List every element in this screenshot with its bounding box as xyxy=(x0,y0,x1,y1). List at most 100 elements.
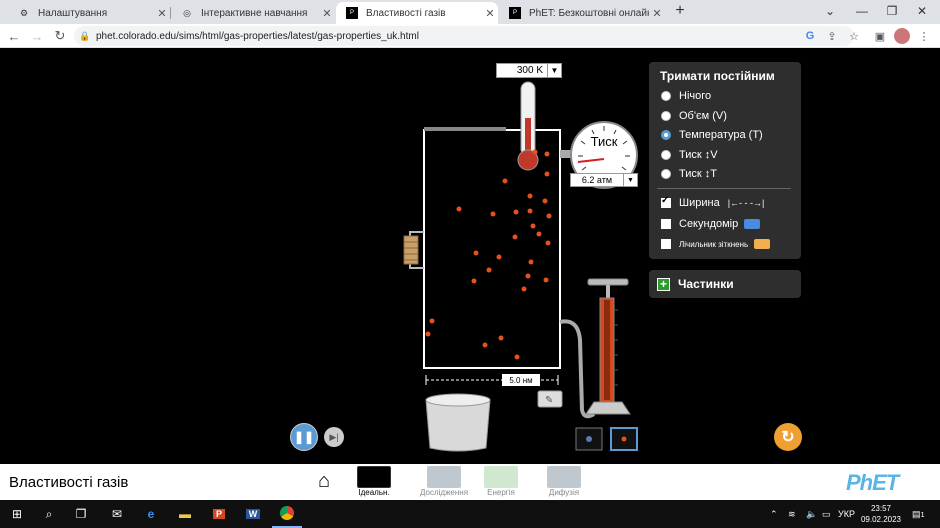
screen-thumbnail xyxy=(484,466,518,488)
particle xyxy=(486,267,492,273)
chrome-icon[interactable] xyxy=(272,500,302,528)
phet-navbar: Властивості газів ⌂ Ідеальн. Дослідження… xyxy=(0,464,940,500)
pressure-readout[interactable]: 6.2 атм ▼ xyxy=(570,173,638,187)
particle xyxy=(546,213,552,219)
checkbox-collision-counter[interactable]: Лічильник зіткнень xyxy=(661,239,771,249)
collision-counter-icon xyxy=(754,239,771,249)
file-explorer-icon[interactable]: ▬ xyxy=(170,500,200,528)
gas-particles xyxy=(425,149,552,360)
clock-time: 23:57 xyxy=(870,504,892,513)
pump-cylinder-inner xyxy=(604,300,610,400)
screen-thumbnail xyxy=(427,466,462,488)
screen-thumbnail xyxy=(547,466,581,488)
notification-icon[interactable]: ▤ 1 xyxy=(912,500,925,528)
particle xyxy=(490,211,496,217)
screen-diffusion[interactable]: Дифузія xyxy=(547,466,581,497)
screen-energy[interactable]: Енергія xyxy=(484,466,518,497)
checkbox-label: Секундомір xyxy=(679,218,739,230)
particle xyxy=(471,278,477,284)
gauge-title: Тиск xyxy=(590,134,618,149)
plus-icon[interactable]: + xyxy=(657,277,670,291)
screen-thumbnail xyxy=(357,466,391,488)
radio-label: Тиск ↕V xyxy=(679,149,718,161)
pump-handle[interactable] xyxy=(587,278,629,286)
reset-icon: ↻ xyxy=(781,429,795,446)
checkbox-box[interactable] xyxy=(661,219,671,229)
particle xyxy=(544,171,550,177)
screen-ideal[interactable]: Ідеальн. xyxy=(357,466,391,497)
particle-bucket[interactable] xyxy=(425,399,491,452)
clock-date: 09.02.2023 xyxy=(860,515,902,524)
windows-start-icon[interactable]: ⊞ xyxy=(2,500,32,528)
particle xyxy=(530,223,536,229)
step-button[interactable]: ▶| xyxy=(324,427,344,447)
particle xyxy=(527,193,533,199)
chevron-down-icon[interactable]: ▼ xyxy=(623,174,637,186)
checkbox-width[interactable]: Ширина |←- - -→| xyxy=(661,195,765,209)
clock[interactable]: 23:57 09.02.2023 xyxy=(856,503,906,525)
search-icon[interactable]: ⌕ xyxy=(34,500,64,528)
reset-all-button[interactable]: ↻ xyxy=(774,423,802,451)
home-icon[interactable]: ⌂ xyxy=(318,470,330,493)
battery-icon[interactable]: ▭ xyxy=(822,500,831,528)
thermometer-fluid xyxy=(525,118,531,154)
radio-pressure-v[interactable]: Тиск ↕V xyxy=(661,149,718,161)
checkbox-label: Ширина xyxy=(679,197,720,209)
screen-explore[interactable]: Дослідження xyxy=(420,466,468,497)
powerpoint-icon[interactable]: P xyxy=(204,500,234,528)
width-value: 5.0 нм xyxy=(502,374,540,386)
task-view-icon[interactable]: ❐ xyxy=(66,500,96,528)
particle xyxy=(425,331,431,337)
radio-nothing[interactable]: Нічого xyxy=(661,90,711,102)
particle xyxy=(542,198,548,204)
edge-icon[interactable]: e xyxy=(136,500,166,528)
thermometer-value: 300 K xyxy=(516,65,543,76)
particle xyxy=(543,277,549,283)
radio-dot[interactable] xyxy=(661,169,671,179)
pressure-value: 6.2 атм xyxy=(581,175,613,185)
container-lid[interactable] xyxy=(424,127,506,131)
language-indicator[interactable]: УКР xyxy=(838,500,855,528)
checkbox-box[interactable] xyxy=(661,195,671,208)
particle xyxy=(545,240,551,246)
volume-icon[interactable]: 🔈 xyxy=(806,500,817,528)
pause-icon: ❚❚ xyxy=(293,430,315,444)
checkbox-box[interactable] xyxy=(661,239,671,249)
radio-label: Тиск ↕T xyxy=(679,168,717,180)
particle xyxy=(456,206,462,212)
gas-container xyxy=(423,129,561,369)
checkbox-stopwatch[interactable]: Секундомір xyxy=(661,218,761,230)
thermometer-readout[interactable]: 300 K ▼ xyxy=(496,63,562,78)
pause-button[interactable]: ❚❚ xyxy=(290,423,318,451)
phet-logo[interactable]: PhET xyxy=(846,470,899,496)
hold-constant-panel: Тримати постійним Нічого Об'єм (V) Темпе… xyxy=(649,62,801,259)
word-icon[interactable]: W xyxy=(238,500,268,528)
radio-dot[interactable] xyxy=(661,111,671,121)
width-arrows-icon: |←- - -→| xyxy=(727,198,765,208)
bucket-rim xyxy=(425,393,491,407)
radio-pressure-t[interactable]: Тиск ↕T xyxy=(661,168,717,180)
radio-label: Температура (T) xyxy=(679,129,763,141)
radio-dot[interactable] xyxy=(661,150,671,160)
pump-scale xyxy=(614,309,618,386)
radio-label: Об'єм (V) xyxy=(679,110,727,122)
chevron-down-icon[interactable]: ▼ xyxy=(547,64,561,77)
radio-volume[interactable]: Об'єм (V) xyxy=(661,110,727,122)
radio-label: Нічого xyxy=(679,90,712,102)
particles-panel[interactable]: + Частинки xyxy=(649,270,801,298)
windows-taskbar: ⊞ ⌕ ❐ ✉ e ▬ P W ⌃ ≋ 🔈 ▭ УКР 23:57 09.02.… xyxy=(0,500,940,528)
particle xyxy=(473,250,479,256)
radio-dot[interactable] xyxy=(661,91,671,101)
light-particle-icon xyxy=(621,436,627,442)
particle xyxy=(525,273,531,279)
radio-dot-selected[interactable] xyxy=(661,130,671,140)
pump-base xyxy=(585,401,631,415)
mail-icon[interactable]: ✉ xyxy=(102,500,132,528)
particle xyxy=(514,354,520,360)
tray-chevron-icon[interactable]: ⌃ xyxy=(770,500,778,528)
particle xyxy=(512,234,518,240)
radio-temperature[interactable]: Температура (T) xyxy=(661,129,763,141)
stopwatch-icon xyxy=(744,219,761,229)
particle xyxy=(498,335,504,341)
network-icon[interactable]: ≋ xyxy=(788,500,796,528)
